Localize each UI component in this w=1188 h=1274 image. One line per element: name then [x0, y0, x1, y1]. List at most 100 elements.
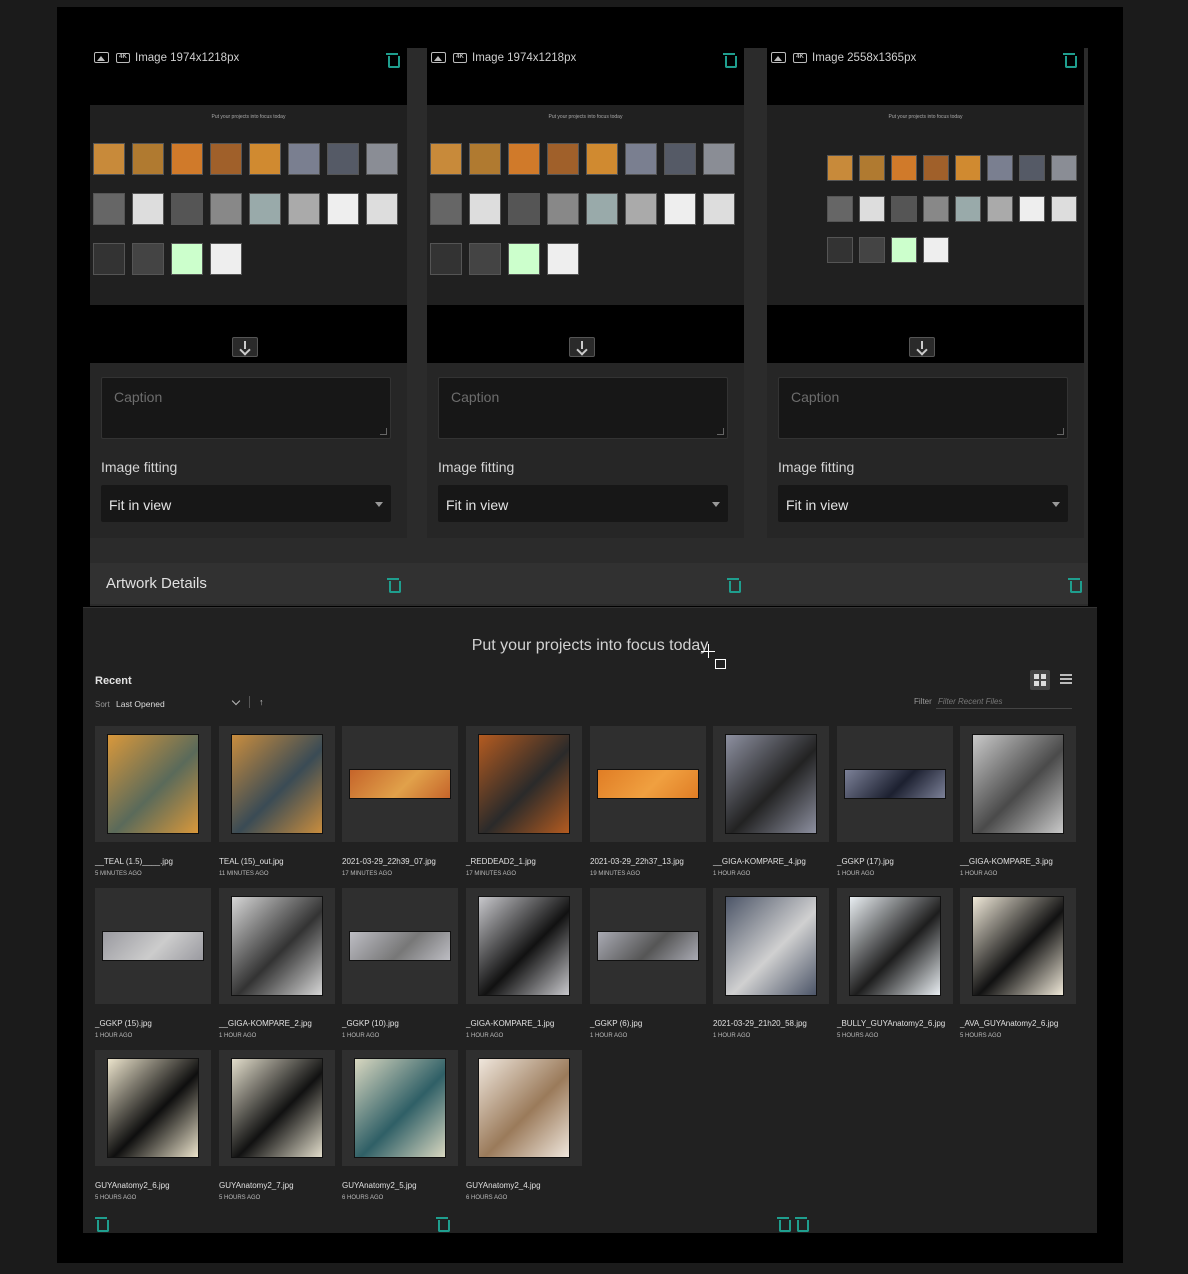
trash-icon[interactable] — [386, 52, 400, 68]
preview-thumbnail — [703, 193, 735, 225]
image-preview: Put your projects into focus today — [90, 105, 407, 305]
caption-field[interactable]: Caption — [778, 377, 1068, 439]
file-tile[interactable] — [960, 726, 1076, 842]
image-fitting-select[interactable]: Fit in view — [101, 485, 391, 522]
preview-thumbnail — [954, 155, 982, 182]
file-tile[interactable] — [219, 888, 335, 1004]
sort-dropdown[interactable]: Last Opened — [116, 699, 165, 709]
trash-icon[interactable] — [795, 1216, 809, 1232]
file-thumbnail — [725, 734, 817, 834]
file-thumbnail — [107, 734, 199, 834]
preview-thumbnail — [171, 193, 203, 225]
image-fitting-select[interactable]: Fit in view — [778, 485, 1068, 522]
file-tile[interactable] — [466, 1050, 582, 1166]
file-tile[interactable] — [466, 888, 582, 1004]
recent-heading: Recent — [95, 675, 132, 687]
preview-thumbnail — [327, 193, 359, 225]
artwork-details-bar[interactable]: Artwork Details — [90, 563, 1088, 604]
file-name: _AVA_GUYAnatomy2_6.jpg — [960, 1019, 1059, 1028]
image-fitting-value: Fit in view — [446, 497, 509, 513]
file-time: 5 MINUTES AGO — [95, 871, 142, 877]
preview-thumbnail — [827, 237, 854, 264]
file-tile[interactable] — [837, 726, 953, 842]
preview-thumbnail — [586, 143, 618, 175]
file-name: 2021-03-29_22h37_13.jpg — [590, 857, 684, 866]
file-tile[interactable] — [342, 1050, 458, 1166]
preview-thumbnail — [858, 237, 886, 264]
file-thumbnail — [478, 896, 570, 996]
file-tile[interactable] — [95, 1050, 211, 1166]
file-thumbnail — [349, 931, 451, 961]
card-header: 4K Image 1974x1218px — [90, 48, 407, 105]
trash-icon[interactable] — [727, 577, 741, 593]
chevron-down-icon — [712, 502, 720, 507]
card-header: 4K Image 1974x1218px — [427, 48, 744, 105]
file-tile[interactable] — [837, 888, 953, 1004]
caption-field[interactable]: Caption — [101, 377, 391, 439]
file-tile[interactable] — [590, 726, 706, 842]
preview-thumbnail — [132, 243, 164, 275]
file-time: 1 HOUR AGO — [713, 871, 751, 877]
preview-thumbnail — [508, 143, 540, 175]
file-tile[interactable] — [713, 726, 829, 842]
image-card: 4K Image 2558x1365px Put your projects i… — [767, 48, 1084, 538]
file-time: 17 MINUTES AGO — [342, 871, 393, 877]
chevron-down-icon[interactable] — [231, 696, 241, 706]
file-time: 6 HOURS AGO — [466, 1195, 508, 1201]
file-time: 1 HOUR AGO — [342, 1033, 380, 1039]
image-fitting-label: Image fitting — [438, 459, 515, 475]
trash-icon[interactable] — [723, 52, 737, 68]
sort-arrow-icon[interactable]: ↑ — [259, 697, 264, 707]
file-name: _REDDEAD2_1.jpg — [466, 857, 536, 866]
file-tile[interactable] — [219, 1050, 335, 1166]
file-name: _GGKP (17).jpg — [837, 857, 894, 866]
preview-thumbnail — [922, 196, 950, 223]
preview-thumbnail — [469, 143, 501, 175]
preview-thumbnail — [1050, 196, 1078, 223]
file-time: 6 HOURS AGO — [342, 1195, 384, 1201]
trash-icon[interactable] — [1063, 52, 1077, 68]
file-tile[interactable] — [342, 888, 458, 1004]
file-tile[interactable] — [466, 726, 582, 842]
filter-input[interactable]: Filter Recent Files — [936, 694, 1072, 709]
image-fitting-value: Fit in view — [109, 497, 172, 513]
trash-icon[interactable] — [95, 1216, 109, 1232]
download-button[interactable] — [909, 337, 935, 357]
file-tile[interactable] — [95, 888, 211, 1004]
crop-cursor-icon — [701, 643, 731, 673]
preview-thumbnail — [508, 243, 540, 275]
file-name: __TEAL (1.5)____.jpg — [95, 857, 173, 866]
list-view-icon[interactable] — [1060, 674, 1072, 685]
trash-icon[interactable] — [777, 1216, 791, 1232]
preview-thumbnail — [827, 155, 854, 182]
caption-field[interactable]: Caption — [438, 377, 728, 439]
sort-label: Sort — [95, 700, 110, 709]
file-thumbnail — [231, 1058, 323, 1158]
4k-icon: 4K — [793, 53, 807, 63]
preview-thumbnail — [858, 155, 886, 182]
grid-view-icon[interactable] — [1030, 670, 1050, 690]
trash-icon[interactable] — [387, 577, 401, 593]
file-tile[interactable] — [342, 726, 458, 842]
file-time: 1 HOUR AGO — [837, 871, 875, 877]
download-button[interactable] — [569, 337, 595, 357]
trash-icon[interactable] — [1068, 577, 1082, 593]
file-tile[interactable] — [960, 888, 1076, 1004]
image-card: 4K Image 1974x1218px Put your projects i… — [427, 48, 744, 538]
file-thumbnail — [844, 769, 946, 799]
file-tile[interactable] — [590, 888, 706, 1004]
file-name: _GGKP (10).jpg — [342, 1019, 399, 1028]
image-fitting-select[interactable]: Fit in view — [438, 485, 728, 522]
download-button[interactable] — [232, 337, 258, 357]
file-tile[interactable] — [713, 888, 829, 1004]
file-tile[interactable] — [95, 726, 211, 842]
trash-icon[interactable] — [436, 1216, 450, 1232]
preview-thumbnail — [288, 193, 320, 225]
file-tile[interactable] — [219, 726, 335, 842]
file-name: GUYAnatomy2_4.jpg — [466, 1181, 541, 1190]
preview-title: Put your projects into focus today — [548, 114, 623, 120]
preview-title: Put your projects into focus today — [211, 114, 286, 120]
file-name: _GGKP (6).jpg — [590, 1019, 643, 1028]
file-time: 5 HOURS AGO — [960, 1033, 1002, 1039]
image-fitting-label: Image fitting — [778, 459, 855, 475]
